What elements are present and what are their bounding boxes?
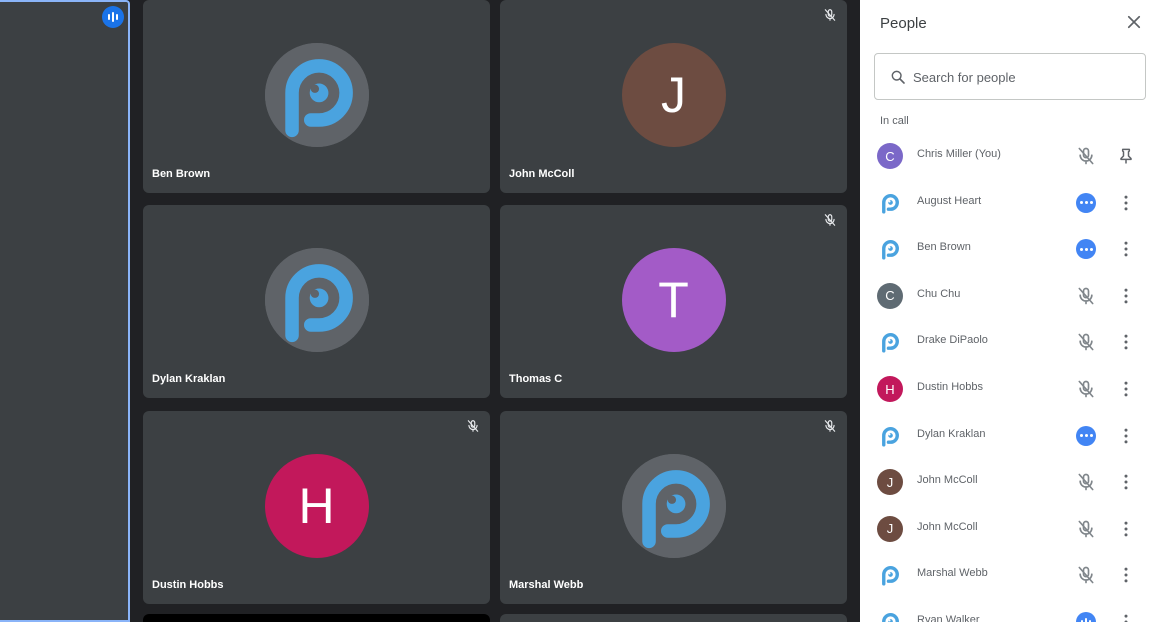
person-name: John McColl bbox=[917, 520, 978, 533]
person-name: John McColl bbox=[917, 474, 978, 487]
mic-off-icon bbox=[467, 420, 479, 432]
logo-avatar-icon bbox=[877, 329, 903, 355]
person-name: Dustin Hobbs bbox=[917, 381, 984, 393]
participant-name: Marshal Webb bbox=[509, 579, 584, 591]
avatar: C bbox=[877, 282, 903, 309]
pin-icon[interactable] bbox=[1116, 146, 1136, 166]
more-options-icon[interactable] bbox=[1076, 239, 1096, 260]
participant-tile[interactable]: J John McColl bbox=[500, 0, 847, 193]
person-name: Drake DiPaolo bbox=[917, 334, 988, 347]
kebab-menu-icon[interactable] bbox=[1116, 286, 1136, 306]
logo-avatar-icon bbox=[264, 248, 369, 352]
avatar: J bbox=[877, 515, 903, 542]
list-item[interactable]: H Dustin Hobbs bbox=[860, 366, 1152, 412]
list-item[interactable]: J John McColl bbox=[860, 506, 1152, 552]
kebab-menu-icon[interactable] bbox=[1116, 379, 1136, 399]
search-icon bbox=[891, 70, 905, 84]
kebab-menu-icon[interactable] bbox=[1116, 472, 1136, 492]
participant-name: Thomas C bbox=[509, 373, 563, 385]
logo-avatar-icon bbox=[877, 236, 903, 262]
kebab-menu-icon[interactable] bbox=[1116, 239, 1136, 259]
person-name: August Heart bbox=[917, 194, 982, 207]
kebab-menu-icon[interactable] bbox=[1116, 565, 1136, 585]
logo-avatar-icon bbox=[264, 43, 369, 147]
search-input[interactable] bbox=[913, 66, 1133, 88]
participant-tile[interactable]: Marshal Webb bbox=[500, 411, 847, 604]
section-label: In call bbox=[880, 115, 909, 127]
avatar: J bbox=[877, 469, 903, 496]
avatar: J bbox=[621, 43, 726, 147]
people-panel: People In call C Chris Miller (You) August… bbox=[860, 0, 1152, 622]
participant-name: Dylan Kraklan bbox=[152, 373, 226, 385]
participant-name: Ben Brown bbox=[152, 168, 211, 180]
kebab-menu-icon[interactable] bbox=[1116, 519, 1136, 539]
list-item[interactable]: C Chu Chu bbox=[860, 273, 1152, 319]
kebab-menu-icon[interactable] bbox=[1116, 193, 1136, 213]
kebab-menu-icon[interactable] bbox=[1116, 332, 1136, 352]
list-item[interactable]: August Heart bbox=[860, 180, 1152, 226]
list-item[interactable]: Ben Brown bbox=[860, 226, 1152, 272]
kebab-menu-icon[interactable] bbox=[1116, 612, 1136, 622]
list-item[interactable]: C Chris Miller (You) bbox=[860, 133, 1152, 179]
logo-avatar-icon bbox=[877, 562, 903, 588]
list-item[interactable]: Drake DiPaolo bbox=[860, 319, 1152, 365]
speaking-indicator-icon bbox=[102, 6, 124, 28]
mic-off-icon[interactable] bbox=[1076, 379, 1096, 399]
avatar: H bbox=[877, 376, 903, 402]
partial-tile bbox=[500, 614, 847, 622]
participant-tile[interactable]: Dylan Kraklan bbox=[143, 205, 490, 398]
logo-avatar-icon bbox=[877, 190, 903, 216]
mic-off-icon[interactable] bbox=[1076, 146, 1096, 166]
logo-avatar-icon bbox=[877, 609, 903, 622]
logo-avatar-icon bbox=[621, 454, 726, 558]
mic-off-icon[interactable] bbox=[1076, 286, 1096, 306]
speaking-indicator-icon[interactable] bbox=[1076, 612, 1096, 622]
participant-name: John McColl bbox=[509, 168, 575, 180]
person-name: Ben Brown bbox=[917, 241, 971, 254]
mic-off-icon[interactable] bbox=[1076, 472, 1096, 492]
person-name: Ryan Walker bbox=[917, 614, 980, 622]
partial-tile bbox=[143, 614, 490, 622]
participant-name: Dustin Hobbs bbox=[152, 579, 224, 591]
mic-off-icon[interactable] bbox=[1076, 332, 1096, 352]
person-name: Chris Miller (You) bbox=[917, 148, 1001, 160]
person-name: Chu Chu bbox=[917, 287, 961, 300]
logo-avatar-icon bbox=[877, 423, 903, 449]
list-item[interactable]: Ryan Walker bbox=[860, 599, 1152, 622]
search-box[interactable] bbox=[874, 53, 1146, 100]
person-name: Marshal Webb bbox=[917, 567, 988, 580]
kebab-menu-icon[interactable] bbox=[1116, 426, 1136, 446]
list-item[interactable]: J John McColl bbox=[860, 459, 1152, 505]
participant-tile[interactable]: T Thomas C bbox=[500, 205, 847, 398]
list-item[interactable]: Dylan Kraklan bbox=[860, 413, 1152, 459]
participant-tile[interactable]: Ben Brown bbox=[143, 0, 490, 193]
mic-off-icon bbox=[824, 420, 836, 432]
panel-title: People bbox=[880, 15, 927, 32]
more-options-icon[interactable] bbox=[1076, 192, 1096, 213]
person-name: Dylan Kraklan bbox=[917, 427, 986, 440]
list-item[interactable]: Marshal Webb bbox=[860, 552, 1152, 598]
close-icon[interactable] bbox=[1125, 13, 1143, 31]
meeting-app: Ben Brown J John McColl Dylan Kraklan T Thoma… bbox=[0, 0, 1152, 622]
avatar: T bbox=[621, 248, 726, 352]
active-speaker-tile[interactable] bbox=[0, 0, 130, 622]
mic-off-icon[interactable] bbox=[1076, 565, 1096, 585]
mic-off-icon[interactable] bbox=[1076, 519, 1096, 539]
avatar: H bbox=[264, 454, 369, 558]
more-options-icon[interactable] bbox=[1076, 425, 1096, 446]
avatar: C bbox=[877, 143, 903, 169]
participant-tile[interactable]: H Dustin Hobbs bbox=[143, 411, 490, 604]
mic-off-icon bbox=[824, 214, 836, 226]
mic-off-icon bbox=[824, 9, 836, 21]
